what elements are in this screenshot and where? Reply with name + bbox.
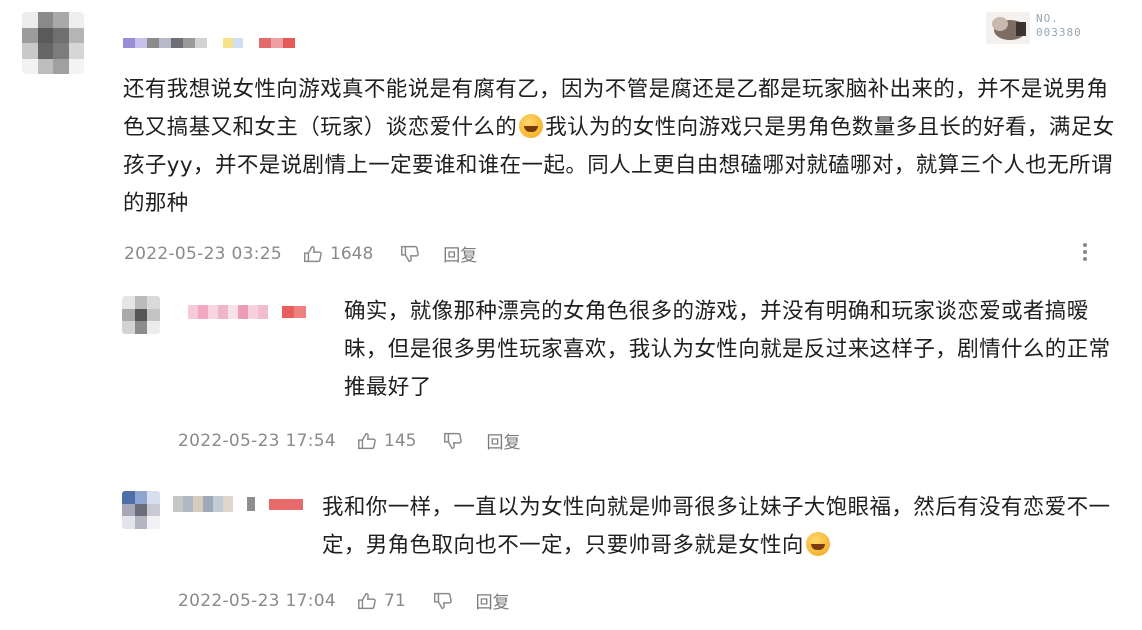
- badge-line-2: 003380: [1036, 26, 1082, 39]
- username-redacted[interactable]: [188, 305, 306, 319]
- like-count: 145: [384, 430, 417, 451]
- timestamp: 2022-05-23 17:54: [178, 430, 336, 451]
- badge-line-1: NO.: [1036, 12, 1059, 25]
- username-redacted[interactable]: [123, 38, 295, 48]
- more-vertical-icon[interactable]: [1083, 240, 1087, 264]
- comment-meta: 2022-05-23 17:54 145 回复: [178, 428, 520, 454]
- comment-meta: 2022-05-23 03:25 1648 回复: [124, 241, 477, 267]
- badge-image-icon: [986, 12, 1030, 44]
- reply-button[interactable]: 回复: [486, 428, 520, 453]
- comment-text: 我和你一样，一直以为女性向就是帅哥很多让妹子大饱眼福，然后有没有恋爱不一定，男角…: [322, 489, 1117, 565]
- timestamp: 2022-05-23 17:04: [178, 590, 336, 611]
- thumbs-up-icon[interactable]: [356, 590, 378, 612]
- comment-meta: 2022-05-23 17:04 71 回复: [178, 588, 510, 614]
- reply-button[interactable]: 回复: [476, 588, 510, 613]
- like-count: 1648: [330, 243, 374, 264]
- thumbs-down-icon[interactable]: [399, 243, 421, 265]
- comment-text: 还有我想说女性向游戏真不能说是有腐有乙，因为不管是腐还是乙都是玩家脑补出来的，并…: [123, 71, 1118, 223]
- thumbs-up-icon[interactable]: [356, 430, 378, 452]
- thumbs-down-icon[interactable]: [432, 590, 454, 612]
- username-redacted[interactable]: [173, 496, 303, 512]
- user-badge: NO. 003380: [986, 10, 1106, 50]
- thumbs-up-icon[interactable]: [302, 243, 324, 265]
- like-count: 71: [384, 590, 406, 611]
- laughing-emoji-icon: [805, 532, 830, 556]
- laughing-emoji-icon: [519, 114, 544, 138]
- comment-text: 确实，就像那种漂亮的女角色很多的游戏，并没有明确和玩家谈恋爱或者搞暧昧，但是很多…: [344, 299, 1111, 400]
- avatar[interactable]: [122, 296, 160, 334]
- thumbs-down-icon[interactable]: [442, 430, 464, 452]
- reply-button[interactable]: 回复: [443, 241, 477, 266]
- comment-text-body: 我和你一样，一直以为女性向就是帅哥很多让妹子大饱眼福，然后有没有恋爱不一定，男角…: [322, 495, 1111, 558]
- avatar[interactable]: [122, 491, 160, 529]
- avatar[interactable]: [22, 12, 84, 74]
- timestamp: 2022-05-23 03:25: [124, 243, 282, 264]
